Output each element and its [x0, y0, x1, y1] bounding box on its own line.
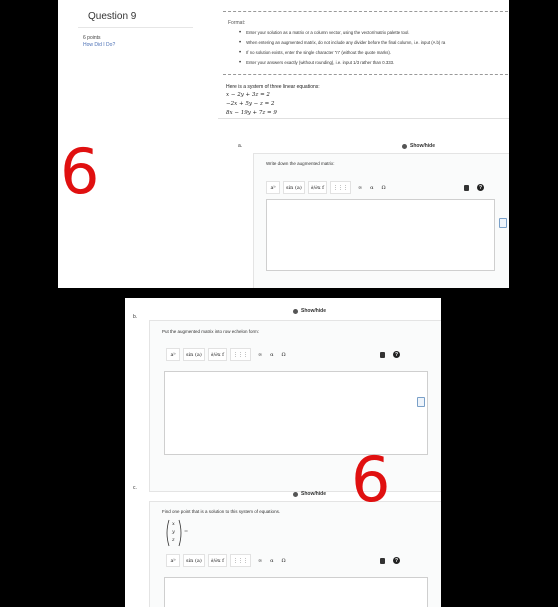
system-intro: Here is a system of three linear equatio… [226, 84, 320, 90]
omega-button[interactable]: Ω [282, 558, 286, 564]
part-b-showhide[interactable]: Show/hide [293, 308, 326, 314]
showhide-icon [293, 491, 298, 497]
matrix-button[interactable]: ⋮⋮⋮ [229, 554, 251, 567]
trash-icon[interactable] [380, 351, 385, 358]
showhide-label: Show/hide [410, 143, 435, 149]
part-a-box: Write down the augmented matrix: aᵇ sin … [253, 153, 509, 288]
sin-button[interactable]: sin (a) [183, 348, 205, 361]
part-b-letter: b. [133, 314, 138, 320]
sidebar-divider [78, 27, 193, 28]
answer-editor-a[interactable] [266, 199, 495, 271]
showhide-label: Show/hide [301, 491, 326, 497]
handwritten-annotation-top: 6 [60, 135, 100, 208]
sin-button[interactable]: sin (a) [283, 181, 305, 194]
power-button[interactable]: aᵇ [166, 348, 180, 361]
infinity-button[interactable]: ∞ [258, 352, 262, 358]
answer-editor-c[interactable] [164, 577, 428, 607]
derivative-button[interactable]: ∂/∂x f [307, 181, 327, 194]
format-title: Format: [228, 20, 246, 26]
sin-button[interactable]: sin (a) [183, 554, 205, 567]
part-c-box: Find one point that is a solution to thi… [149, 501, 441, 607]
alpha-button[interactable]: α [270, 558, 273, 564]
part-c-letter: c. [133, 485, 137, 491]
showhide-label: Show/hide [301, 308, 326, 314]
part-a-showhide[interactable]: Show/hide [402, 143, 435, 149]
infinity-button[interactable]: ∞ [258, 558, 262, 564]
power-button[interactable]: aᵇ [166, 554, 180, 567]
format-item: Enter your answers exactly (without roun… [239, 58, 445, 68]
toolbar-right-b: ? [380, 351, 400, 358]
derivative-button[interactable]: ∂/∂x f [207, 554, 227, 567]
power-button[interactable]: aᵇ [266, 181, 280, 194]
trash-icon[interactable] [464, 184, 469, 191]
part-b-box: Put the augmented matrix into row echelo… [149, 320, 441, 492]
vector-brackets [166, 519, 182, 547]
matrix-button[interactable]: ⋮⋮⋮ [229, 348, 251, 361]
format-item: If no solution exists, enter the single … [239, 48, 445, 58]
question-title: Question 9 [88, 11, 137, 22]
format-item: When entering an augmented matrix, do no… [239, 38, 445, 48]
derivative-button[interactable]: ∂/∂x f [207, 348, 227, 361]
section-divider [218, 118, 509, 119]
equation-2: −2x + 5y − z = 2 [226, 101, 275, 107]
omega-button[interactable]: Ω [382, 185, 386, 191]
showhide-icon [402, 143, 407, 149]
math-toolbar-b: aᵇ sin (a) ∂/∂x f ⋮⋮⋮ ∞ α Ω [166, 348, 290, 361]
vector-y: y [172, 529, 175, 535]
equation-1: x − 2y + 3z = 2 [226, 92, 270, 98]
solution-vector: x y z = [164, 519, 189, 547]
showhide-icon [293, 308, 298, 314]
help-icon[interactable]: ? [477, 184, 484, 191]
document-icon[interactable] [417, 397, 425, 407]
part-c-prompt: Find one point that is a solution to thi… [162, 509, 281, 514]
part-b-prompt: Put the augmented matrix into row echelo… [162, 329, 260, 334]
equation-3: 8x − 19y + 7z = 9 [226, 110, 277, 116]
alpha-button[interactable]: α [370, 185, 373, 191]
infinity-button[interactable]: ∞ [358, 185, 362, 191]
format-box: Format: Enter your solution as a matrix … [223, 11, 509, 75]
math-toolbar-c: aᵇ sin (a) ∂/∂x f ⋮⋮⋮ ∞ α Ω [166, 554, 290, 567]
part-c-showhide[interactable]: Show/hide [293, 491, 326, 497]
vector-equals: = [184, 529, 189, 535]
question-panel-top: Question 9 6 points How Did I Do? Format… [58, 0, 509, 288]
toolbar-right-c: ? [380, 557, 400, 564]
format-list: Enter your solution as a matrix or a col… [239, 28, 445, 68]
points-label: 6 points [83, 35, 101, 41]
omega-button[interactable]: Ω [282, 352, 286, 358]
handwritten-annotation-bottom: 6 [351, 443, 391, 516]
math-toolbar-a: aᵇ sin (a) ∂/∂x f ⋮⋮⋮ ∞ α Ω [266, 181, 390, 194]
question-panel-bottom: b. Show/hide Put the augmented matrix in… [125, 298, 441, 607]
matrix-button[interactable]: ⋮⋮⋮ [329, 181, 351, 194]
vector-z: z [172, 537, 175, 543]
document-icon[interactable] [499, 218, 507, 228]
part-a-letter: a. [238, 143, 243, 149]
format-item: Enter your solution as a matrix or a col… [239, 28, 445, 38]
trash-icon[interactable] [380, 557, 385, 564]
toolbar-right-a: ? [464, 184, 484, 191]
help-icon[interactable]: ? [393, 557, 400, 564]
vector-x: x [172, 521, 175, 527]
alpha-button[interactable]: α [270, 352, 273, 358]
part-a-prompt: Write down the augmented matrix: [266, 161, 335, 166]
help-icon[interactable]: ? [393, 351, 400, 358]
how-did-i-do-link[interactable]: How Did I Do? [83, 42, 115, 48]
